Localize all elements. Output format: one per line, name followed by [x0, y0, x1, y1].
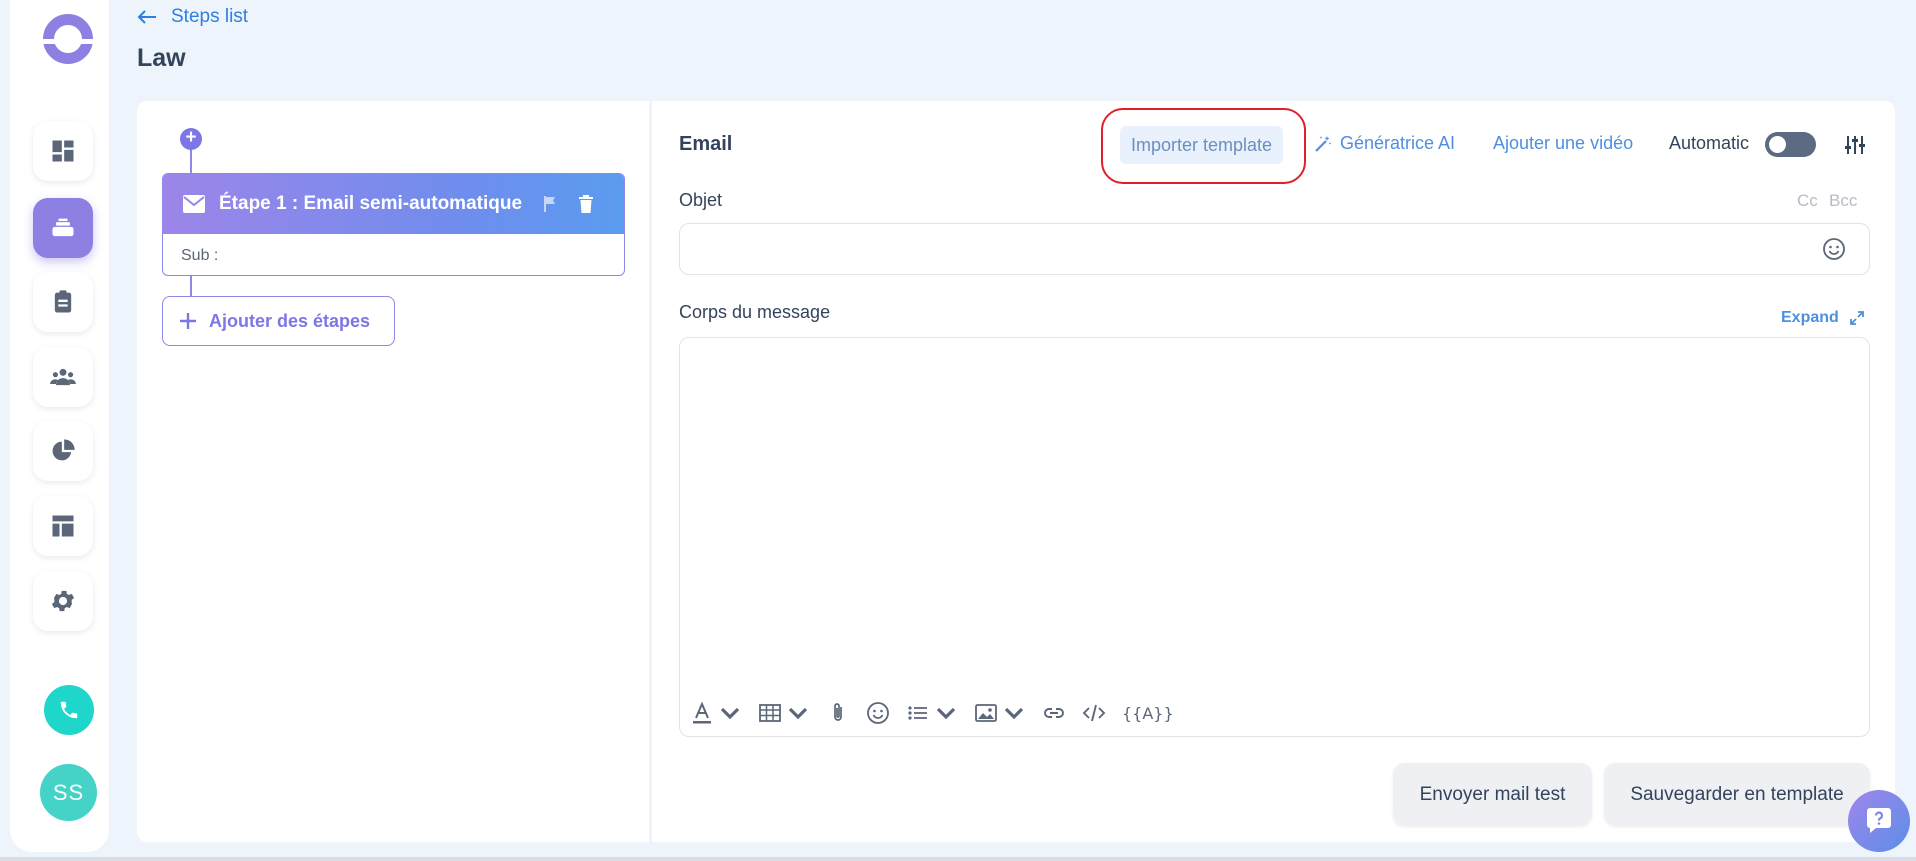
automatic-toggle[interactable]: [1765, 132, 1816, 157]
step-card-header: Étape 1 : Email semi-automatique: [163, 174, 624, 234]
dashboard-icon: [52, 140, 74, 162]
campaigns-icon: [52, 218, 74, 237]
ai-generator-button[interactable]: Génératrice AI: [1314, 133, 1455, 154]
step-subject-preview: Sub :: [181, 246, 219, 264]
text-color-icon: [693, 701, 711, 724]
code-icon: [1082, 704, 1106, 722]
sidebar-item-contacts[interactable]: [33, 347, 93, 407]
help-button[interactable]: [1848, 790, 1910, 852]
trash-icon[interactable]: [578, 195, 594, 213]
expand-button[interactable]: Expand: [1781, 309, 1865, 327]
import-template-button[interactable]: Importer template: [1120, 126, 1283, 164]
chevron-down-icon: [1004, 707, 1024, 720]
step-connector-line: [190, 149, 192, 175]
tasks-icon: [54, 290, 72, 313]
add-video-label: Ajouter une vidéo: [1493, 133, 1634, 153]
sidebar-item-dashboard[interactable]: [33, 121, 93, 181]
window-bottom-edge: [0, 857, 1916, 861]
image-button[interactable]: [974, 701, 1026, 725]
back-to-steps-link[interactable]: Steps list: [137, 6, 248, 28]
body-label: Corps du message: [679, 302, 831, 322]
expand-icon: [1849, 311, 1864, 325]
emoji-icon: [867, 702, 889, 724]
emoji-icon[interactable]: [1822, 237, 1846, 261]
reports-icon: [52, 439, 75, 461]
insert-variable-button[interactable]: {{A}}: [1122, 704, 1174, 723]
expand-label: Expand: [1781, 309, 1839, 326]
chevron-down-icon: [936, 707, 956, 720]
chevron-down-icon: [720, 707, 740, 720]
send-test-email-button[interactable]: Envoyer mail test: [1393, 763, 1592, 826]
message-body-editor[interactable]: [679, 337, 1870, 737]
sidebar-item-settings[interactable]: [33, 571, 93, 631]
add-steps-button[interactable]: Ajouter des étapes: [162, 296, 395, 346]
sidebar: SS: [10, 0, 109, 852]
table-icon: [759, 704, 781, 722]
sidebar-item-reports[interactable]: [33, 421, 93, 481]
channel-label: Email: [679, 133, 733, 155]
subject-label: Objet: [679, 190, 723, 210]
sidebar-item-templates[interactable]: [33, 496, 93, 556]
ai-generator-label: Génératrice AI: [1340, 133, 1456, 153]
emoji-button[interactable]: [866, 701, 890, 725]
attachment-button[interactable]: [826, 701, 850, 725]
add-video-button[interactable]: Ajouter une vidéo: [1493, 133, 1633, 154]
chevron-down-icon: [788, 707, 808, 720]
app-logo[interactable]: [40, 14, 96, 64]
sidebar-item-campaigns[interactable]: [33, 198, 93, 258]
page-title: Law: [137, 44, 186, 72]
editor-toolbar: {{A}}: [690, 699, 1190, 727]
mail-icon: [183, 195, 205, 213]
templates-icon: [52, 515, 74, 537]
link-button[interactable]: [1042, 701, 1066, 725]
plus-icon: [180, 313, 196, 329]
question-chat-icon: [1867, 808, 1891, 833]
subject-input[interactable]: [679, 223, 1870, 275]
automatic-label: Automatic: [1669, 133, 1750, 153]
add-steps-label: Ajouter des étapes: [209, 310, 371, 331]
insert-step-button[interactable]: +: [180, 128, 202, 150]
step-title: Étape 1 : Email semi-automatique: [219, 193, 523, 214]
contacts-icon: [50, 368, 76, 386]
step-connector-line: [190, 276, 192, 296]
list-button[interactable]: [906, 701, 958, 725]
back-link-label: Steps list: [171, 6, 249, 27]
table-button[interactable]: [758, 701, 810, 725]
save-as-template-button[interactable]: Sauvegarder en template: [1604, 763, 1870, 826]
paperclip-icon: [834, 703, 842, 721]
image-icon: [975, 704, 997, 722]
link-icon: [1044, 708, 1064, 718]
magic-wand-icon: [1315, 135, 1332, 152]
cc-button[interactable]: Cc: [1797, 191, 1818, 211]
flag-icon[interactable]: [542, 195, 558, 213]
code-button[interactable]: [1082, 701, 1106, 725]
phone-call-button[interactable]: [44, 685, 94, 735]
text-color-button[interactable]: [690, 701, 742, 725]
bulleted-list-icon: [908, 706, 927, 720]
user-avatar[interactable]: SS: [40, 764, 97, 821]
arrow-left-icon: [137, 10, 156, 24]
sidebar-item-tasks[interactable]: [33, 272, 93, 332]
settings-icon: [51, 590, 75, 612]
phone-icon: [60, 701, 78, 719]
bcc-button[interactable]: Bcc: [1829, 191, 1857, 211]
step-card[interactable]: Étape 1 : Email semi-automatique Sub :: [162, 173, 625, 276]
sliders-icon[interactable]: [1844, 134, 1866, 156]
